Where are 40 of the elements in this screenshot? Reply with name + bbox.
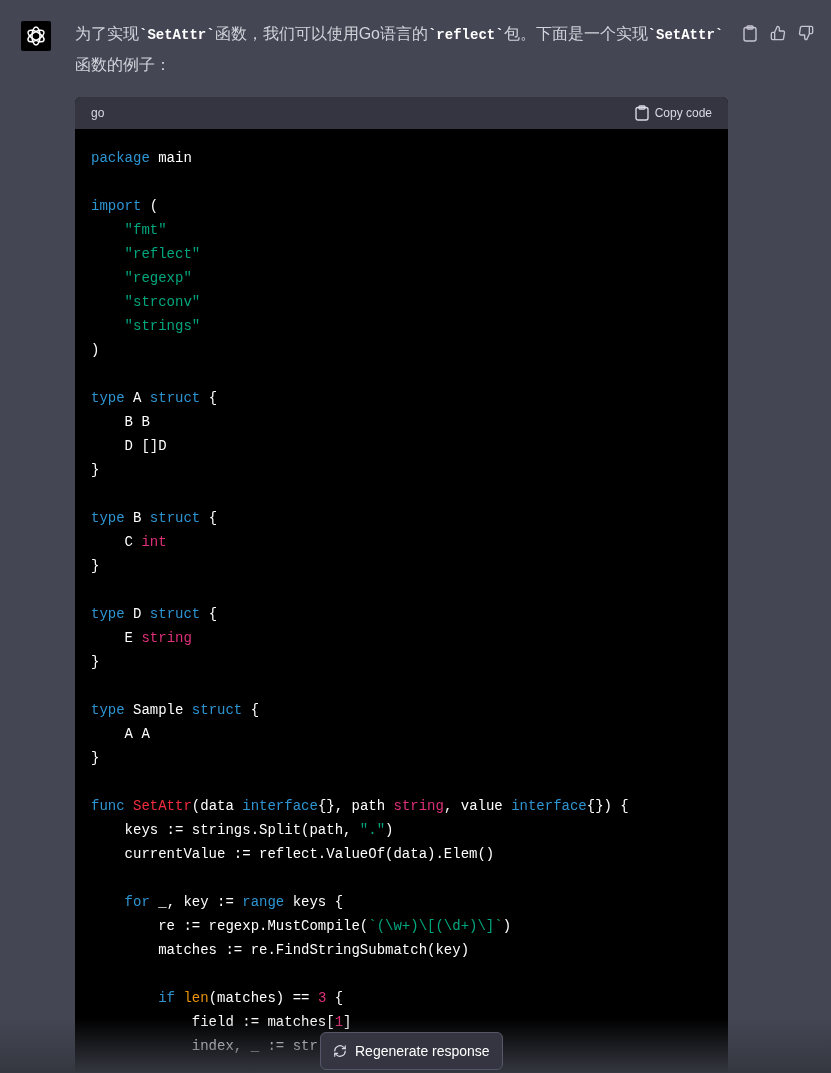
regenerate-button[interactable]: Regenerate response xyxy=(320,1032,503,1070)
code-line: func SetAttr(data interface{}, path string, value interface{}) { xyxy=(91,798,629,814)
code-line: currentValue := reflect.ValueOf(data).Elem() xyxy=(123,846,495,862)
code-line: C int xyxy=(123,534,167,550)
code-line: import ( xyxy=(91,198,159,214)
code-line: type B struct { xyxy=(91,510,218,526)
code-line: D []D xyxy=(123,438,167,454)
code-line: B B xyxy=(123,414,150,430)
code-line: keys := strings.Split(path, ".") xyxy=(123,822,394,838)
code-line: "strconv" xyxy=(123,294,201,310)
code-line: field := matches[1] xyxy=(190,1014,352,1030)
code-line: "fmt" xyxy=(123,222,167,238)
code-line: } xyxy=(91,654,100,670)
refresh-icon xyxy=(333,1044,347,1058)
code-line: ) xyxy=(91,342,100,358)
thumbs-down-icon[interactable] xyxy=(798,25,814,41)
code-line: E string xyxy=(123,630,192,646)
thumbs-up-icon[interactable] xyxy=(770,25,786,41)
code-line: re := regexp.MustCompile(`(\w+)\[(\d+)\]`) xyxy=(157,918,512,934)
code-line: if len(matches) == 3 { xyxy=(157,990,344,1006)
language-label: go xyxy=(91,105,105,122)
logo-icon xyxy=(21,21,51,51)
code-line: } xyxy=(91,558,100,574)
code-line: type Sample struct { xyxy=(91,702,260,718)
message-text: 为了实现`SetAttr`函数，我们可以使用Go语言的`reflect`包。下面是一个实现`SetAttr`函数的例子： xyxy=(75,24,725,75)
code-line: package main xyxy=(91,150,192,166)
code-line: type D struct { xyxy=(91,606,218,622)
code-line: A A xyxy=(123,726,150,742)
code-line: for _, key := range keys { xyxy=(123,894,344,910)
code-line: "strings" xyxy=(123,318,201,334)
code-line: matches := re.FindStringSubmatch(key) xyxy=(157,942,470,958)
code-line: type A struct { xyxy=(91,390,218,406)
code-line: } xyxy=(91,750,100,766)
code-line: "regexp" xyxy=(123,270,192,286)
code-line: index, _ := str xyxy=(190,1038,318,1054)
code-line: } xyxy=(91,462,100,478)
clipboard-icon xyxy=(634,105,649,121)
code-line: "reflect" xyxy=(123,246,201,262)
clipboard-icon[interactable] xyxy=(742,25,758,42)
copy-code-button[interactable]: Copy code xyxy=(634,104,712,122)
